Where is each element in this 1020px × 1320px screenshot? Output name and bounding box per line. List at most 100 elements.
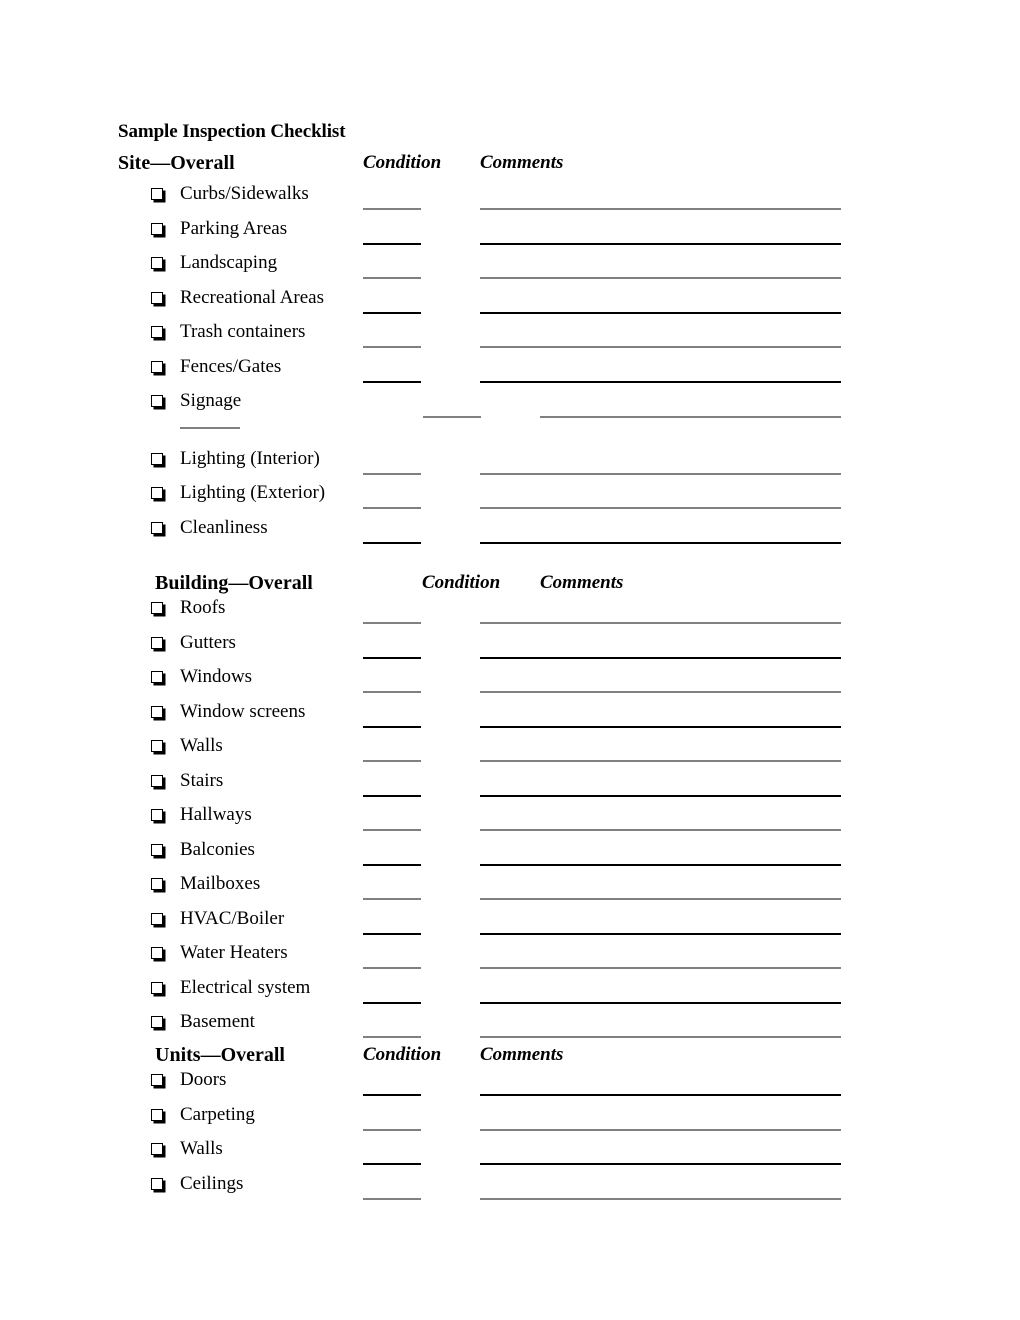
checkbox-icon[interactable] xyxy=(151,947,163,959)
comments-field[interactable] xyxy=(480,1002,841,1004)
condition-field[interactable] xyxy=(363,726,421,728)
condition-field[interactable] xyxy=(363,1036,421,1038)
checklist-row: Basement xyxy=(0,1010,1020,1044)
comments-field[interactable] xyxy=(480,726,841,728)
comments-field[interactable] xyxy=(480,507,841,509)
condition-field-continuation[interactable] xyxy=(180,427,240,429)
checklist-row: Roofs xyxy=(0,596,1020,630)
checkbox-icon[interactable] xyxy=(151,395,163,407)
comments-field[interactable] xyxy=(480,346,841,348)
checkbox-icon[interactable] xyxy=(151,1016,163,1028)
comments-field[interactable] xyxy=(480,473,841,475)
checklist-row: Balconies xyxy=(0,838,1020,872)
comments-field[interactable] xyxy=(480,381,841,383)
comments-field[interactable] xyxy=(480,795,841,797)
checklist-row: Landscaping xyxy=(0,251,1020,285)
comments-field[interactable] xyxy=(480,312,841,314)
comments-field[interactable] xyxy=(540,416,841,418)
condition-field[interactable] xyxy=(363,622,421,624)
condition-field[interactable] xyxy=(363,933,421,935)
checkbox-icon[interactable] xyxy=(151,1109,163,1121)
condition-field[interactable] xyxy=(363,760,421,762)
condition-field[interactable] xyxy=(363,1002,421,1004)
column-header-condition-units: Condition xyxy=(363,1044,442,1065)
condition-field[interactable] xyxy=(363,691,421,693)
checklist-row: Ceilings xyxy=(0,1172,1020,1206)
comments-field[interactable] xyxy=(480,622,841,624)
section-heading-site-label: Site—Overall xyxy=(118,152,235,174)
comments-field[interactable] xyxy=(480,542,841,544)
section-heading-units: Units—Overall Condition Comments xyxy=(155,1044,563,1067)
checkbox-icon[interactable] xyxy=(151,188,163,200)
checklist-item-label: Carpeting xyxy=(180,1104,255,1125)
checkbox-icon[interactable] xyxy=(151,292,163,304)
condition-field[interactable] xyxy=(363,829,421,831)
condition-field[interactable] xyxy=(363,657,421,659)
checkbox-icon[interactable] xyxy=(151,326,163,338)
checkbox-icon[interactable] xyxy=(151,982,163,994)
condition-field[interactable] xyxy=(363,967,421,969)
checkbox-icon[interactable] xyxy=(151,522,163,534)
comments-field[interactable] xyxy=(480,1163,841,1165)
checkbox-icon[interactable] xyxy=(151,361,163,373)
condition-field[interactable] xyxy=(363,277,421,279)
condition-field[interactable] xyxy=(363,346,421,348)
comments-field[interactable] xyxy=(480,760,841,762)
checkbox-icon[interactable] xyxy=(151,602,163,614)
comments-field[interactable] xyxy=(480,657,841,659)
checklist-row: Lighting (Exterior) xyxy=(0,481,1020,515)
checkbox-icon[interactable] xyxy=(151,223,163,235)
comments-field[interactable] xyxy=(480,208,841,210)
condition-field[interactable] xyxy=(363,1163,421,1165)
checklist-item-label: Curbs/Sidewalks xyxy=(180,183,309,204)
checklist-item-label: Stairs xyxy=(180,770,224,791)
comments-field[interactable] xyxy=(480,1036,841,1038)
checkbox-icon[interactable] xyxy=(151,775,163,787)
checkbox-icon[interactable] xyxy=(151,1074,163,1086)
checklist-item-label: Basement xyxy=(180,1011,255,1032)
comments-field[interactable] xyxy=(480,277,841,279)
checkbox-icon[interactable] xyxy=(151,1143,163,1155)
section-heading-building-label: Building—Overall xyxy=(155,572,313,594)
checklist-row: Gutters xyxy=(0,631,1020,665)
comments-field[interactable] xyxy=(480,1129,841,1131)
comments-field[interactable] xyxy=(480,829,841,831)
checkbox-icon[interactable] xyxy=(151,878,163,890)
checkbox-icon[interactable] xyxy=(151,913,163,925)
condition-field[interactable] xyxy=(363,243,421,245)
condition-field[interactable] xyxy=(423,416,481,418)
checkbox-icon[interactable] xyxy=(151,706,163,718)
checkbox-icon[interactable] xyxy=(151,257,163,269)
checkbox-icon[interactable] xyxy=(151,809,163,821)
checklist-row: Windows xyxy=(0,665,1020,699)
comments-field[interactable] xyxy=(480,967,841,969)
comments-field[interactable] xyxy=(480,243,841,245)
comments-field[interactable] xyxy=(480,691,841,693)
checkbox-icon[interactable] xyxy=(151,671,163,683)
condition-field[interactable] xyxy=(363,1129,421,1131)
checkbox-icon[interactable] xyxy=(151,453,163,465)
comments-field[interactable] xyxy=(480,1198,841,1200)
condition-field[interactable] xyxy=(363,898,421,900)
checklist-item-label: Lighting (Exterior) xyxy=(180,482,326,503)
condition-field[interactable] xyxy=(363,1094,421,1096)
condition-field[interactable] xyxy=(363,208,421,210)
checkbox-icon[interactable] xyxy=(151,637,163,649)
condition-field[interactable] xyxy=(363,795,421,797)
condition-field[interactable] xyxy=(363,542,421,544)
checkbox-icon[interactable] xyxy=(151,740,163,752)
comments-field[interactable] xyxy=(480,933,841,935)
comments-field[interactable] xyxy=(480,1094,841,1096)
condition-field[interactable] xyxy=(363,507,421,509)
checkbox-icon[interactable] xyxy=(151,844,163,856)
checkbox-icon[interactable] xyxy=(151,1178,163,1190)
condition-field[interactable] xyxy=(363,1198,421,1200)
checklist-item-label: Electrical system xyxy=(180,977,311,998)
comments-field[interactable] xyxy=(480,864,841,866)
checkbox-icon[interactable] xyxy=(151,487,163,499)
condition-field[interactable] xyxy=(363,312,421,314)
condition-field[interactable] xyxy=(363,473,421,475)
condition-field[interactable] xyxy=(363,864,421,866)
condition-field[interactable] xyxy=(363,381,421,383)
comments-field[interactable] xyxy=(480,898,841,900)
